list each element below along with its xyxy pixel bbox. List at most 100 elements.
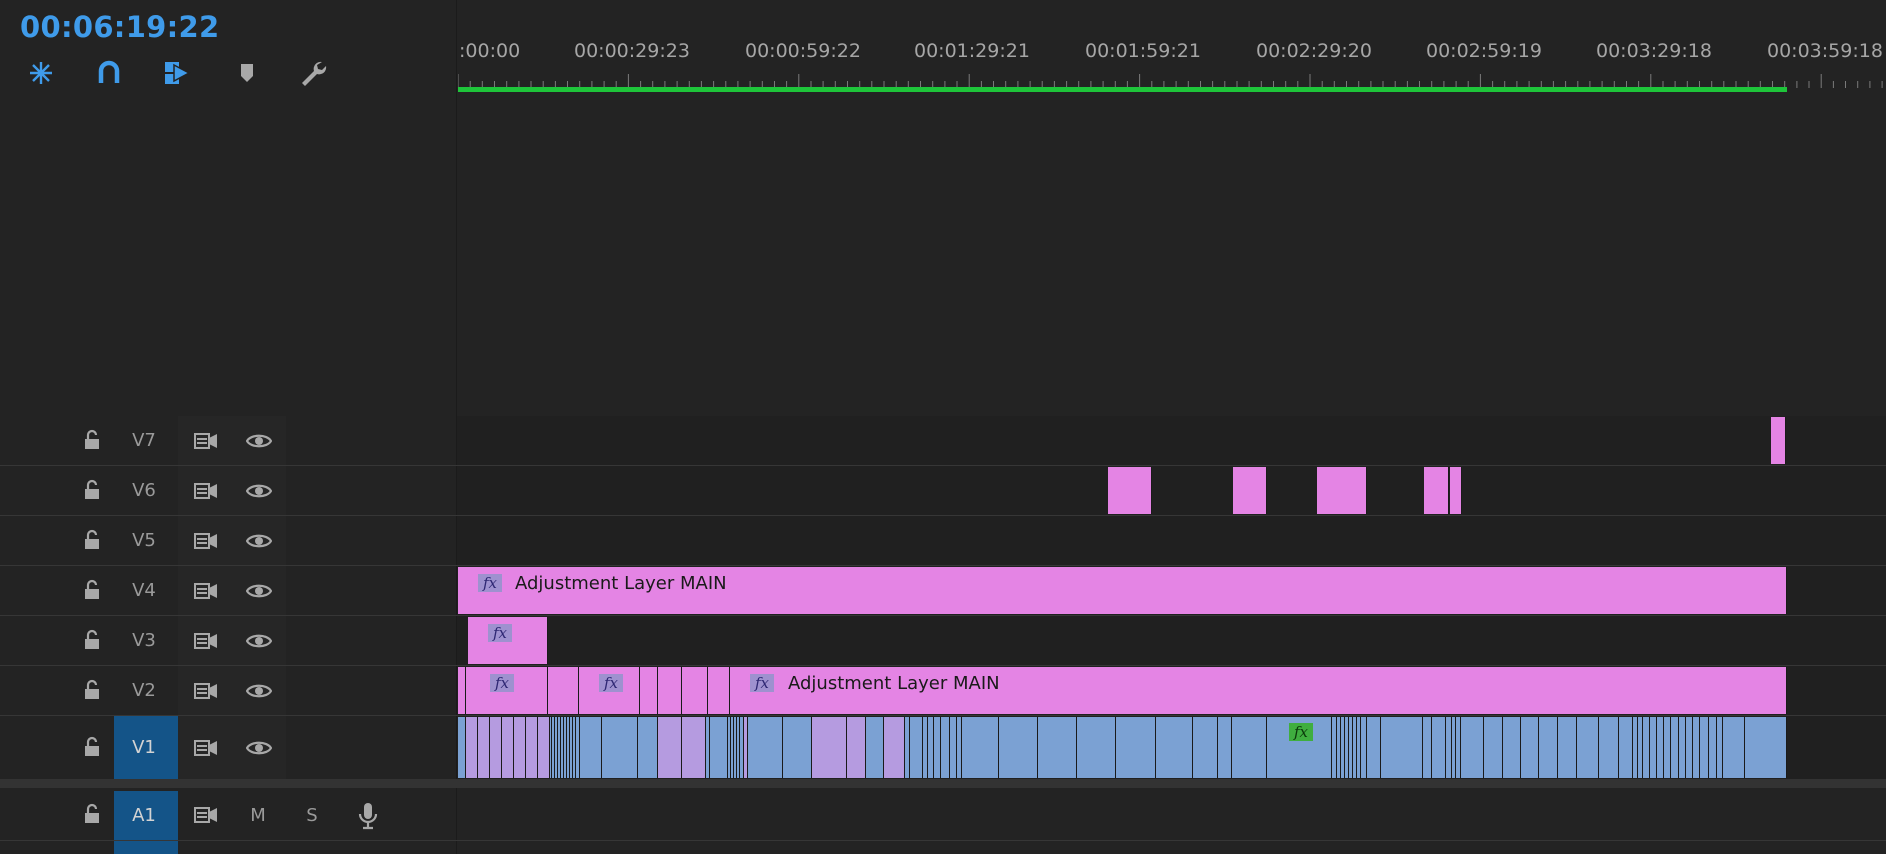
timeline-settings-wrench-icon[interactable]	[296, 58, 330, 88]
clip-v1[interactable]	[1664, 717, 1671, 778]
clip-v2[interactable]	[682, 667, 708, 714]
sync-lock-icon[interactable]	[193, 581, 219, 605]
sync-lock-icon[interactable]	[193, 481, 219, 505]
clip-v1[interactable]	[514, 717, 526, 778]
toggle-track-output-eye-icon[interactable]	[245, 632, 273, 654]
clip-v1[interactable]	[1038, 717, 1077, 778]
clip-v1[interactable]	[602, 717, 638, 778]
clip-v1[interactable]	[1723, 717, 1745, 778]
clip-v2[interactable]	[548, 667, 579, 714]
work-area-bar[interactable]	[458, 87, 1787, 92]
clip-v6[interactable]	[1233, 467, 1267, 514]
sync-lock-icon[interactable]	[193, 531, 219, 555]
clip-v6[interactable]	[1108, 467, 1152, 514]
clip-v1[interactable]	[866, 717, 884, 778]
track-name-v4[interactable]: V4	[114, 580, 174, 601]
clip-v1[interactable]	[783, 717, 812, 778]
clip-v1[interactable]	[1657, 717, 1664, 778]
clip-v1[interactable]	[1484, 717, 1503, 778]
clip-v1[interactable]	[1671, 717, 1679, 778]
track-lock-icon[interactable]	[82, 529, 104, 553]
clip-v1[interactable]	[580, 717, 602, 778]
toggle-track-output-eye-icon[interactable]	[245, 432, 273, 454]
clip-v1[interactable]	[1643, 717, 1650, 778]
clip-v1[interactable]	[490, 717, 502, 778]
sync-lock-icon[interactable]	[193, 805, 219, 829]
track-name-v6[interactable]: V6	[114, 480, 174, 501]
clip-v1[interactable]	[1381, 717, 1423, 778]
track-lock-icon[interactable]	[82, 679, 104, 703]
clip-v7[interactable]	[1771, 417, 1786, 464]
clip-v2[interactable]	[458, 667, 466, 714]
clip-v1[interactable]	[1521, 717, 1539, 778]
clip-v1[interactable]	[962, 717, 999, 778]
playhead-timecode[interactable]: 00:06:19:22	[20, 10, 220, 44]
clip-v1[interactable]	[941, 717, 950, 778]
clip-adjustment-layer-main-v4[interactable]: fx Adjustment Layer MAIN	[458, 567, 1787, 614]
insert-overwrite-nest-icon[interactable]	[24, 58, 58, 88]
clip-v1[interactable]	[1156, 717, 1193, 778]
add-marker-icon[interactable]	[230, 58, 264, 88]
clip-v1[interactable]	[1116, 717, 1156, 778]
toggle-track-output-eye-icon[interactable]	[245, 482, 273, 504]
clip-v1[interactable]	[1700, 717, 1709, 778]
clip-v1[interactable]	[638, 717, 658, 778]
clip-v1[interactable]	[1503, 717, 1521, 778]
sync-lock-icon[interactable]	[193, 738, 219, 762]
track-name-v1[interactable]: V1	[114, 737, 174, 758]
sync-lock-icon[interactable]	[193, 431, 219, 455]
track-lock-icon[interactable]	[82, 479, 104, 503]
track-lane-v6[interactable]	[457, 466, 1886, 515]
clip-v1[interactable]	[1077, 717, 1116, 778]
toggle-track-output-eye-icon[interactable]	[245, 532, 273, 554]
track-name-v5[interactable]: V5	[114, 530, 174, 551]
clip-v1[interactable]	[1461, 717, 1484, 778]
clip-v1[interactable]	[1686, 717, 1693, 778]
sync-lock-icon[interactable]	[193, 631, 219, 655]
clip-v1[interactable]	[682, 717, 706, 778]
clip-v1[interactable]	[1650, 717, 1657, 778]
track-name-v2[interactable]: V2	[114, 680, 174, 701]
toggle-track-output-eye-icon[interactable]	[245, 682, 273, 704]
clip-v6[interactable]	[1317, 467, 1367, 514]
clip-v2[interactable]: fx	[579, 667, 640, 714]
track-target-partial[interactable]	[114, 841, 178, 854]
track-lock-icon[interactable]	[82, 579, 104, 603]
toggle-track-output-eye-icon[interactable]	[245, 582, 273, 604]
track-lock-icon[interactable]	[82, 429, 104, 453]
clip-v3[interactable]: fx	[468, 617, 548, 664]
solo-track-button[interactable]: S	[282, 805, 342, 826]
clip-v1[interactable]	[1745, 717, 1787, 778]
clip-v1[interactable]	[847, 717, 866, 778]
clip-v1[interactable]	[710, 717, 728, 778]
clip-v1[interactable]	[1539, 717, 1558, 778]
clip-v2[interactable]	[640, 667, 658, 714]
clip-v1[interactable]	[812, 717, 847, 778]
clip-v1[interactable]	[1679, 717, 1686, 778]
clip-v1[interactable]	[658, 717, 682, 778]
clip-v1[interactable]	[1558, 717, 1577, 778]
toggle-track-output-eye-icon[interactable]	[245, 739, 273, 761]
clip-v2[interactable]: fx	[466, 667, 548, 714]
clip-v1[interactable]	[458, 717, 466, 778]
track-name-v3[interactable]: V3	[114, 630, 174, 651]
clip-v1[interactable]	[526, 717, 538, 778]
clip-v6[interactable]	[1450, 467, 1462, 514]
clip-v1[interactable]	[466, 717, 478, 778]
clip-v1[interactable]	[1693, 717, 1700, 778]
clip-v1[interactable]	[1367, 717, 1381, 778]
track-lock-icon[interactable]	[82, 629, 104, 653]
clip-v1[interactable]	[1619, 717, 1633, 778]
track-name-v7[interactable]: V7	[114, 430, 174, 451]
clip-v2[interactable]	[708, 667, 730, 714]
clip-v1[interactable]	[1599, 717, 1619, 778]
track-lock-icon[interactable]	[82, 803, 104, 827]
track-lock-icon[interactable]	[82, 736, 104, 760]
clip-v1[interactable]	[999, 717, 1038, 778]
clip-v1[interactable]	[502, 717, 514, 778]
track-lane-v5[interactable]	[457, 516, 1886, 565]
clip-v1[interactable]	[1218, 717, 1232, 778]
track-lane-v7[interactable]	[457, 416, 1886, 465]
clip-v1[interactable]	[884, 717, 905, 778]
clip-v1[interactable]	[950, 717, 957, 778]
